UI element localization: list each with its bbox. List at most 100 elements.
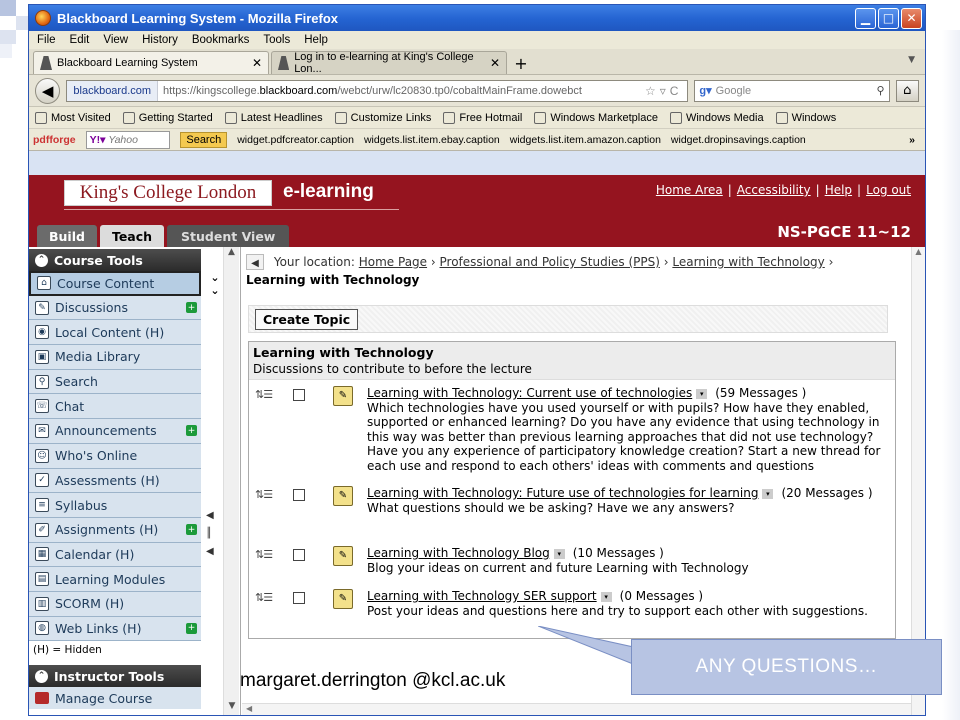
tab-build[interactable]: Build [37, 225, 97, 247]
overflow-chevron-icon[interactable]: » [909, 134, 925, 146]
sidebar-item-web-links[interactable]: ◍ Web Links (H) + [29, 616, 201, 642]
bookmark-item[interactable]: Customize Links [334, 111, 431, 124]
new-tab-plus-icon[interactable]: + [509, 52, 533, 74]
topic-menu-chevron-icon[interactable]: ▾ [600, 591, 612, 602]
yahoo-search-button[interactable]: Search [180, 131, 228, 148]
topic-title-link[interactable]: Learning with Technology: Future use of … [367, 486, 758, 500]
topic-title-link[interactable]: Learning with Technology SER support [367, 589, 597, 603]
breadcrumb-pps[interactable]: Professional and Policy Studies (PPS) [440, 255, 660, 269]
topic-checkbox[interactable] [293, 489, 305, 501]
menu-edit[interactable]: Edit [70, 34, 90, 46]
maximize-button[interactable]: □ [878, 7, 899, 29]
collapse-icon[interactable]: ⌃ [35, 253, 48, 267]
star-reload-icon[interactable]: ☆▿C [645, 84, 687, 98]
topic-menu-chevron-icon[interactable]: ▾ [696, 388, 708, 399]
reorder-handle-icon[interactable]: ⇅☰ [255, 488, 273, 503]
help-link[interactable]: Help [825, 183, 852, 197]
panel-resize-arrows-icon[interactable]: ◀ ║ ◀ [206, 507, 214, 561]
windows-media-icon [669, 111, 682, 124]
widget-dropinsavings[interactable]: widget.dropinsavings.caption [671, 134, 806, 146]
tab-close-icon[interactable]: ✕ [252, 56, 262, 70]
sidebar-item-syllabus[interactable]: ≡ Syllabus [29, 493, 201, 518]
home-area-link[interactable]: Home Area [656, 183, 723, 197]
expand-chevron-icon[interactable]: ⌄ ⌄ [207, 271, 223, 297]
sidebar-item-announcements[interactable]: ✉ Announcements + [29, 419, 201, 444]
topic-menu-chevron-icon[interactable]: ▾ [553, 548, 565, 559]
accessibility-link[interactable]: Accessibility [737, 183, 811, 197]
sidebar-item-discussions[interactable]: ✎ Discussions + [29, 295, 201, 321]
tab-login[interactable]: Log in to e-learning at King's College L… [271, 51, 507, 75]
scroll-up-icon[interactable]: ▲ [224, 247, 239, 263]
breadcrumb-home[interactable]: Home Page [359, 255, 427, 269]
collapse-icon[interactable]: ⌃ [35, 669, 48, 683]
sidebar-item-manage-course[interactable]: Manage Course [29, 687, 201, 710]
topic-checkbox[interactable] [293, 389, 305, 401]
reorder-handle-icon[interactable]: ⇅☰ [255, 591, 273, 606]
topic-title-link[interactable]: Learning with Technology: Current use of… [367, 386, 692, 400]
home-icon[interactable]: ⌂ [895, 79, 919, 102]
sidebar-item-learning-modules[interactable]: ▤ Learning Modules [29, 567, 201, 592]
bookmark-item[interactable]: Free Hotmail [443, 111, 522, 124]
reorder-handle-icon[interactable]: ⇅☰ [255, 388, 273, 403]
page-title: Learning with Technology [246, 273, 420, 287]
menu-view[interactable]: View [103, 34, 128, 46]
topic-menu-chevron-icon[interactable]: ▾ [762, 488, 774, 499]
sidebar-item-assessments[interactable]: ✓ Assessments (H) [29, 468, 201, 494]
tab-blackboard[interactable]: Blackboard Learning System ✕ [33, 51, 269, 74]
menu-history[interactable]: History [142, 34, 178, 46]
minimize-button[interactable]: ▁ [855, 7, 876, 29]
create-topic-button[interactable]: Create Topic [255, 308, 359, 330]
breadcrumb-lwt[interactable]: Learning with Technology [672, 255, 824, 269]
sidebar-item-scorm[interactable]: ▥ SCORM (H) [29, 591, 201, 617]
menu-tools[interactable]: Tools [263, 34, 290, 46]
search-icon[interactable]: ⚲ [876, 84, 888, 97]
horizontal-scrollbar[interactable]: ◀ [242, 703, 911, 715]
instructor-tools-header[interactable]: ⌃ Instructor Tools [29, 665, 201, 688]
widget-pdfcreator[interactable]: widget.pdfcreator.caption [237, 134, 354, 146]
tab-student-view[interactable]: Student View [167, 225, 290, 247]
tab-teach[interactable]: Teach [99, 225, 165, 247]
bookmark-item[interactable]: Most Visited [35, 111, 111, 124]
reorder-handle-icon[interactable]: ⇅☰ [255, 548, 273, 563]
widget-ebay[interactable]: widgets.list.item.ebay.caption [364, 134, 500, 146]
back-icon[interactable]: ◀ [246, 254, 264, 270]
bookmark-item[interactable]: Windows [775, 111, 836, 124]
site-identity[interactable]: blackboard.com [67, 80, 159, 101]
close-button[interactable]: ✕ [901, 7, 922, 29]
bookmark-item[interactable]: Windows Media [669, 111, 764, 124]
bookmark-item[interactable]: Windows Marketplace [534, 111, 658, 124]
sidebar-item-local-content[interactable]: ◉ Local Content (H) [29, 320, 201, 346]
sidebar-item-chat[interactable]: ☏ Chat [29, 394, 201, 420]
scroll-up-icon[interactable]: ▲ [912, 247, 925, 261]
sidebar-item-search[interactable]: ⚲ Search [29, 369, 201, 395]
sidebar-item-whos-online[interactable]: ☺ Who's Online [29, 443, 201, 469]
search-input[interactable]: g▾ Google ⚲ [694, 79, 890, 102]
sidebar-item-media-library[interactable]: ▣ Media Library [29, 345, 201, 370]
addon-toolbar: pdfforge Y!▾ Yahoo Search widget.pdfcrea… [29, 129, 925, 151]
slide-decoration [0, 30, 16, 44]
logout-link[interactable]: Log out [866, 183, 911, 197]
bookmark-item[interactable]: Latest Headlines [224, 111, 323, 124]
sidebar-item-course-content[interactable]: ⌂ Course Content [29, 271, 201, 296]
scroll-down-icon[interactable]: ▼ [224, 701, 240, 715]
sidebar-item-assignments[interactable]: ✐ Assignments (H) + [29, 517, 201, 543]
widget-amazon[interactable]: widgets.list.item.amazon.caption [510, 134, 661, 146]
menu-bookmarks[interactable]: Bookmarks [192, 34, 250, 46]
tab-list-chevron-icon[interactable]: ▼ [908, 55, 915, 65]
sidebar-item-calendar[interactable]: ▦ Calendar (H) [29, 542, 201, 568]
pdfforge-logo[interactable]: pdfforge [33, 134, 76, 146]
tab-close-icon[interactable]: ✕ [490, 56, 500, 70]
bookmark-item[interactable]: Getting Started [122, 111, 213, 124]
menu-scrollbar[interactable]: ▲ ▼ [223, 247, 240, 715]
menu-help[interactable]: Help [304, 34, 328, 46]
course-tools-header[interactable]: ⌃ Course Tools [29, 249, 201, 271]
topic-title-link[interactable]: Learning with Technology Blog [367, 546, 550, 560]
topic-checkbox[interactable] [293, 549, 305, 561]
url-text[interactable]: https://kingscollege.blackboard.com/webc… [158, 85, 582, 97]
url-bar[interactable]: blackboard.com https://kingscollege.blac… [66, 79, 689, 102]
msn-icon [443, 111, 456, 124]
yahoo-search-input[interactable]: Y!▾ Yahoo [85, 130, 171, 149]
menu-file[interactable]: File [37, 34, 56, 46]
topic-checkbox[interactable] [293, 592, 305, 604]
back-arrow-icon[interactable]: ◀ [35, 77, 61, 104]
